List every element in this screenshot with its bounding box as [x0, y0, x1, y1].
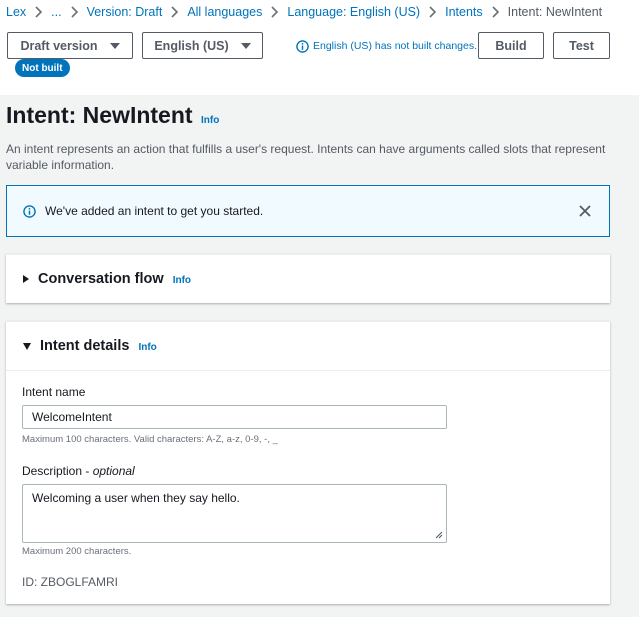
language-dropdown[interactable]: English (US)	[142, 32, 263, 59]
intent-details-panel: Intent details Info Intent name Maximum …	[6, 321, 610, 604]
top-toolbar: Lex ... Version: Draft All languages Lan…	[0, 0, 639, 95]
conversation-flow-title: Conversation flow	[38, 271, 164, 287]
chevron-right-icon	[70, 4, 79, 20]
intent-id: ID: ZBOGLFAMRI	[22, 575, 119, 589]
version-dropdown-label: Draft version	[20, 38, 98, 53]
chevron-right-icon	[34, 4, 43, 20]
intent-name-hint: Maximum 100 characters. Valid characters…	[22, 434, 278, 445]
panel-divider	[6, 370, 610, 371]
resize-grip-icon[interactable]	[434, 530, 443, 539]
breadcrumb: Lex ... Version: Draft All languages Lan…	[6, 4, 602, 20]
page-title: Intent: NewIntent	[6, 102, 193, 128]
conversation-flow-header[interactable]: Conversation flow Info	[6, 255, 610, 303]
chevron-right-icon	[428, 4, 437, 20]
chevron-right-icon	[491, 4, 500, 20]
description-textarea[interactable]: Welcoming a user when they say hello.	[22, 484, 447, 543]
description-optional-text: optional	[92, 464, 135, 478]
build-button[interactable]: Build	[478, 32, 544, 59]
intent-name-label: Intent name	[22, 385, 86, 399]
language-dropdown-label: English (US)	[154, 38, 229, 53]
expand-triangle-icon	[23, 275, 29, 283]
version-dropdown[interactable]: Draft version	[7, 32, 133, 59]
close-icon[interactable]	[578, 204, 592, 218]
breadcrumb-all-languages[interactable]: All languages	[187, 5, 262, 19]
breadcrumb-intents[interactable]: Intents	[445, 5, 483, 19]
chevron-right-icon	[270, 4, 279, 20]
flash-message: We've added an intent to get you started…	[6, 185, 610, 237]
build-status[interactable]: English (US) has not built changes.	[296, 38, 477, 54]
intent-name-input[interactable]	[22, 405, 447, 429]
breadcrumb-language[interactable]: Language: English (US)	[287, 5, 420, 19]
description-label: Description - optional	[22, 464, 135, 478]
breadcrumb-current: Intent: NewIntent	[507, 5, 603, 19]
description-hint: Maximum 200 characters.	[22, 546, 132, 557]
collapse-triangle-icon	[23, 342, 31, 350]
breadcrumb-ellipsis[interactable]: ...	[51, 5, 61, 19]
test-button[interactable]: Test	[553, 32, 610, 59]
conversation-flow-panel: Conversation flow Info	[6, 254, 610, 303]
info-circle-icon	[23, 204, 36, 218]
conversation-flow-info-link[interactable]: Info	[173, 275, 191, 286]
chevron-right-icon	[170, 4, 179, 20]
build-status-text: English (US) has not built changes.	[313, 40, 478, 52]
caret-down-icon	[109, 42, 120, 49]
intent-details-info-link[interactable]: Info	[138, 342, 156, 353]
caret-down-icon	[240, 42, 251, 49]
intent-details-header[interactable]: Intent details Info	[6, 322, 610, 370]
title-info-link[interactable]: Info	[201, 115, 219, 126]
info-circle-icon	[296, 39, 309, 53]
page-description: An intent represents an action that fulf…	[6, 142, 606, 172]
status-badge: Not built	[15, 59, 70, 77]
description-label-text: Description -	[22, 464, 93, 478]
breadcrumb-lex[interactable]: Lex	[6, 5, 26, 19]
flash-text: We've added an intent to get you started…	[45, 204, 264, 218]
intent-details-title: Intent details	[40, 338, 130, 354]
breadcrumb-version[interactable]: Version: Draft	[87, 5, 163, 19]
